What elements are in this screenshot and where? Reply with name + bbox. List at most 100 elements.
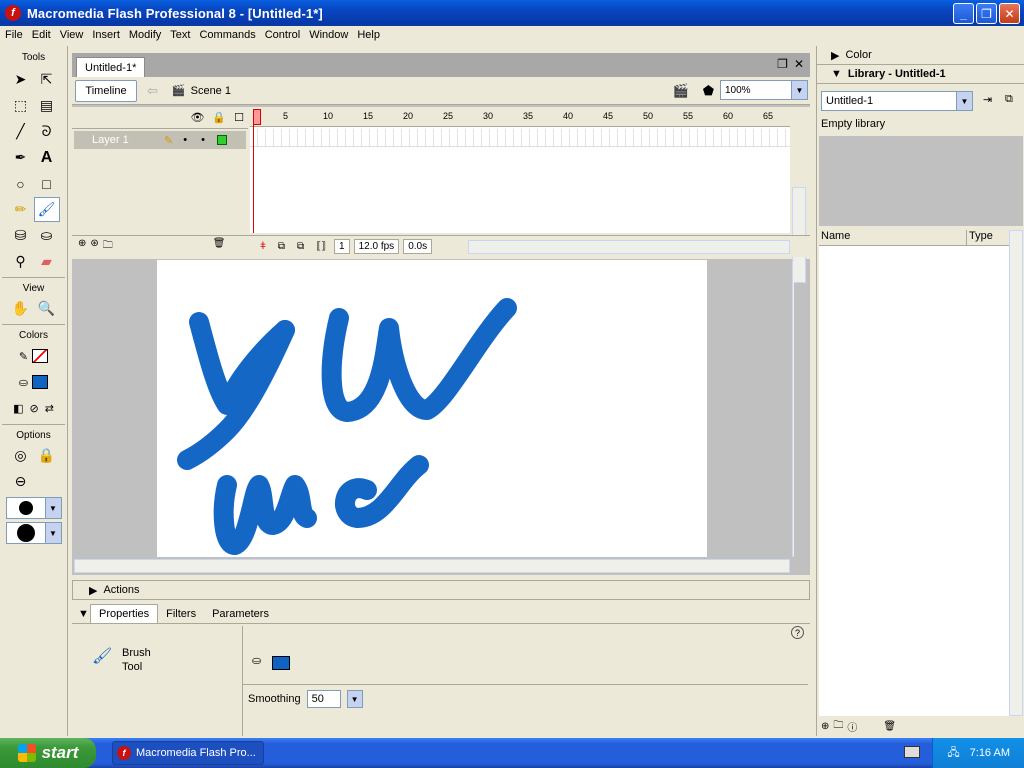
pen-tool-icon[interactable]: ✒ <box>8 145 34 170</box>
new-symbol-icon[interactable]: ⊕ <box>821 721 829 732</box>
fill-color-swatch[interactable] <box>32 375 49 389</box>
stroke-color-swatch[interactable] <box>32 349 49 363</box>
properties-icon[interactable]: ⓘ <box>847 719 857 734</box>
back-arrow-icon[interactable]: ⇦ <box>147 83 158 99</box>
timeline-toggle-button[interactable]: Timeline <box>75 79 137 102</box>
flash-app-icon[interactable]: f <box>5 5 21 21</box>
tab-parameters[interactable]: Parameters <box>204 605 277 623</box>
menu-file[interactable]: File <box>2 29 26 41</box>
text-tool-icon[interactable]: A <box>34 145 60 170</box>
paint-bucket-tool-icon[interactable]: ⛀ <box>34 223 60 248</box>
tab-filters[interactable]: Filters <box>158 605 204 623</box>
onion-skin-icon[interactable]: ⧉ <box>274 240 289 253</box>
frame-row[interactable] <box>250 129 790 147</box>
chevron-down-icon[interactable]: ▼ <box>346 690 363 708</box>
scene-breadcrumb[interactable]: 🎬 Scene 1 <box>172 84 231 98</box>
onion-outline-icon[interactable]: ⧉ <box>293 240 308 253</box>
doc-restore-icon[interactable]: ❐ <box>777 57 788 71</box>
taskbar-item-flash[interactable]: f Macromedia Flash Pro... <box>112 741 264 765</box>
oval-tool-icon[interactable]: ○ <box>8 171 34 196</box>
library-list[interactable] <box>819 246 1013 716</box>
stage-hscroll[interactable] <box>74 559 790 573</box>
frames-area[interactable]: 1 5 10 15 20 25 30 35 40 45 50 55 60 65 <box>250 107 790 233</box>
fill-color-swatch[interactable] <box>272 656 290 670</box>
swap-colors-icon[interactable]: ⇄ <box>45 402 54 415</box>
tab-properties[interactable]: Properties <box>90 604 159 623</box>
subselection-tool-icon[interactable]: ⇱ <box>34 67 60 92</box>
edit-symbols-icon[interactable]: ⬟ <box>703 83 714 99</box>
brush-tool-icon[interactable]: 🖌 <box>33 197 60 222</box>
network-icon[interactable]: 🖧 <box>947 744 959 763</box>
playhead[interactable] <box>253 109 261 233</box>
add-layer-icon[interactable]: ⊕ <box>78 238 86 255</box>
zoom-tool-icon[interactable]: 🔍 <box>34 296 60 321</box>
zoom-select[interactable]: 100% ▼ <box>720 80 808 100</box>
stage-canvas[interactable] <box>157 260 707 557</box>
menu-edit[interactable]: Edit <box>29 29 54 41</box>
lock-icon[interactable]: 🔒 <box>212 111 226 124</box>
library-select[interactable]: Untitled-1 ▼ <box>821 91 973 111</box>
brush-size-select[interactable]: ▼ <box>5 497 62 519</box>
menu-insert[interactable]: Insert <box>89 29 123 41</box>
menu-commands[interactable]: Commands <box>196 29 258 41</box>
menu-help[interactable]: Help <box>354 29 383 41</box>
ink-bottle-tool-icon[interactable]: ⛁ <box>8 223 34 248</box>
add-guide-layer-icon[interactable]: ⊛ <box>90 238 98 255</box>
maximize-button[interactable]: ❐ <box>976 3 997 24</box>
brush-mode-icon[interactable]: ◎ <box>8 443 34 468</box>
collapse-arrow-icon[interactable]: ▼ <box>78 608 89 620</box>
edit-multiple-icon[interactable]: ⟦⟧ <box>312 240 330 253</box>
gradient-transform-tool-icon[interactable]: ▤ <box>34 93 60 118</box>
library-vscroll[interactable] <box>1009 230 1023 716</box>
clock[interactable]: 7:16 AM <box>970 747 1010 759</box>
color-panel-header[interactable]: ▶ Color <box>817 46 1024 65</box>
delete-layer-icon[interactable]: 🗑 <box>213 238 226 255</box>
new-folder-icon[interactable]: 🗀 <box>833 718 843 735</box>
minimize-button[interactable]: _ <box>953 3 974 24</box>
doc-close-icon[interactable]: ✕ <box>794 57 804 71</box>
brush-shape-icon[interactable]: ⊖ <box>8 469 34 494</box>
rectangle-tool-icon[interactable]: □ <box>34 171 60 196</box>
smoothing-input[interactable]: 50 <box>306 690 341 708</box>
outline-icon[interactable]: ☐ <box>234 111 244 124</box>
keyboard-icon[interactable] <box>904 746 920 758</box>
new-library-icon[interactable]: ⧉ <box>1005 93 1013 106</box>
menu-modify[interactable]: Modify <box>126 29 164 41</box>
eyedropper-tool-icon[interactable]: ⚲ <box>8 249 34 274</box>
document-tab-untitled-1[interactable]: Untitled-1* <box>76 57 146 77</box>
lock-dot[interactable]: • <box>201 134 205 146</box>
eye-icon[interactable]: 👁 <box>190 111 204 124</box>
line-tool-icon[interactable]: ╱ <box>8 119 34 144</box>
timeline-hscroll[interactable] <box>468 240 790 254</box>
brush-shape-select[interactable]: ▼ <box>5 522 62 544</box>
layer-row[interactable]: Layer 1 ✎ • • <box>74 131 246 149</box>
close-button[interactable]: ✕ <box>999 3 1020 24</box>
eraser-tool-icon[interactable]: ▰ <box>34 249 60 274</box>
help-icon[interactable]: ? <box>791 626 804 639</box>
black-white-icon[interactable]: ◧ <box>13 402 23 415</box>
layer-outline-color[interactable] <box>216 135 227 145</box>
add-folder-icon[interactable]: 🗀 <box>103 238 113 255</box>
lasso-tool-icon[interactable]: ᘐ <box>34 119 60 144</box>
column-type[interactable]: Type <box>967 230 1013 245</box>
menu-control[interactable]: Control <box>262 29 303 41</box>
pin-library-icon[interactable]: ⇥ <box>983 93 992 106</box>
start-button[interactable]: start <box>0 738 96 768</box>
menu-view[interactable]: View <box>57 29 87 41</box>
visibility-dot[interactable]: • <box>183 134 187 146</box>
stage-area[interactable] <box>72 260 794 557</box>
lock-fill-icon[interactable]: 🔒 <box>34 443 60 468</box>
library-panel-header[interactable]: ▼ Library - Untitled-1 <box>817 65 1024 84</box>
actions-panel-header[interactable]: ▶ Actions <box>72 580 810 600</box>
stage-vscroll[interactable] <box>792 260 794 557</box>
edit-scene-icon[interactable]: 🎬 <box>673 83 689 99</box>
hand-tool-icon[interactable]: ✋ <box>8 296 34 321</box>
pencil-tool-icon[interactable]: ✏ <box>8 197 34 222</box>
no-color-icon[interactable]: ⊘ <box>29 402 38 415</box>
column-name[interactable]: Name <box>819 230 967 245</box>
selection-tool-icon[interactable]: ➤ <box>8 67 34 92</box>
free-transform-tool-icon[interactable]: ⬚ <box>8 93 34 118</box>
delete-icon[interactable]: 🗑 <box>883 721 896 732</box>
center-frame-icon[interactable]: ǂ <box>256 240 270 253</box>
menu-window[interactable]: Window <box>306 29 351 41</box>
